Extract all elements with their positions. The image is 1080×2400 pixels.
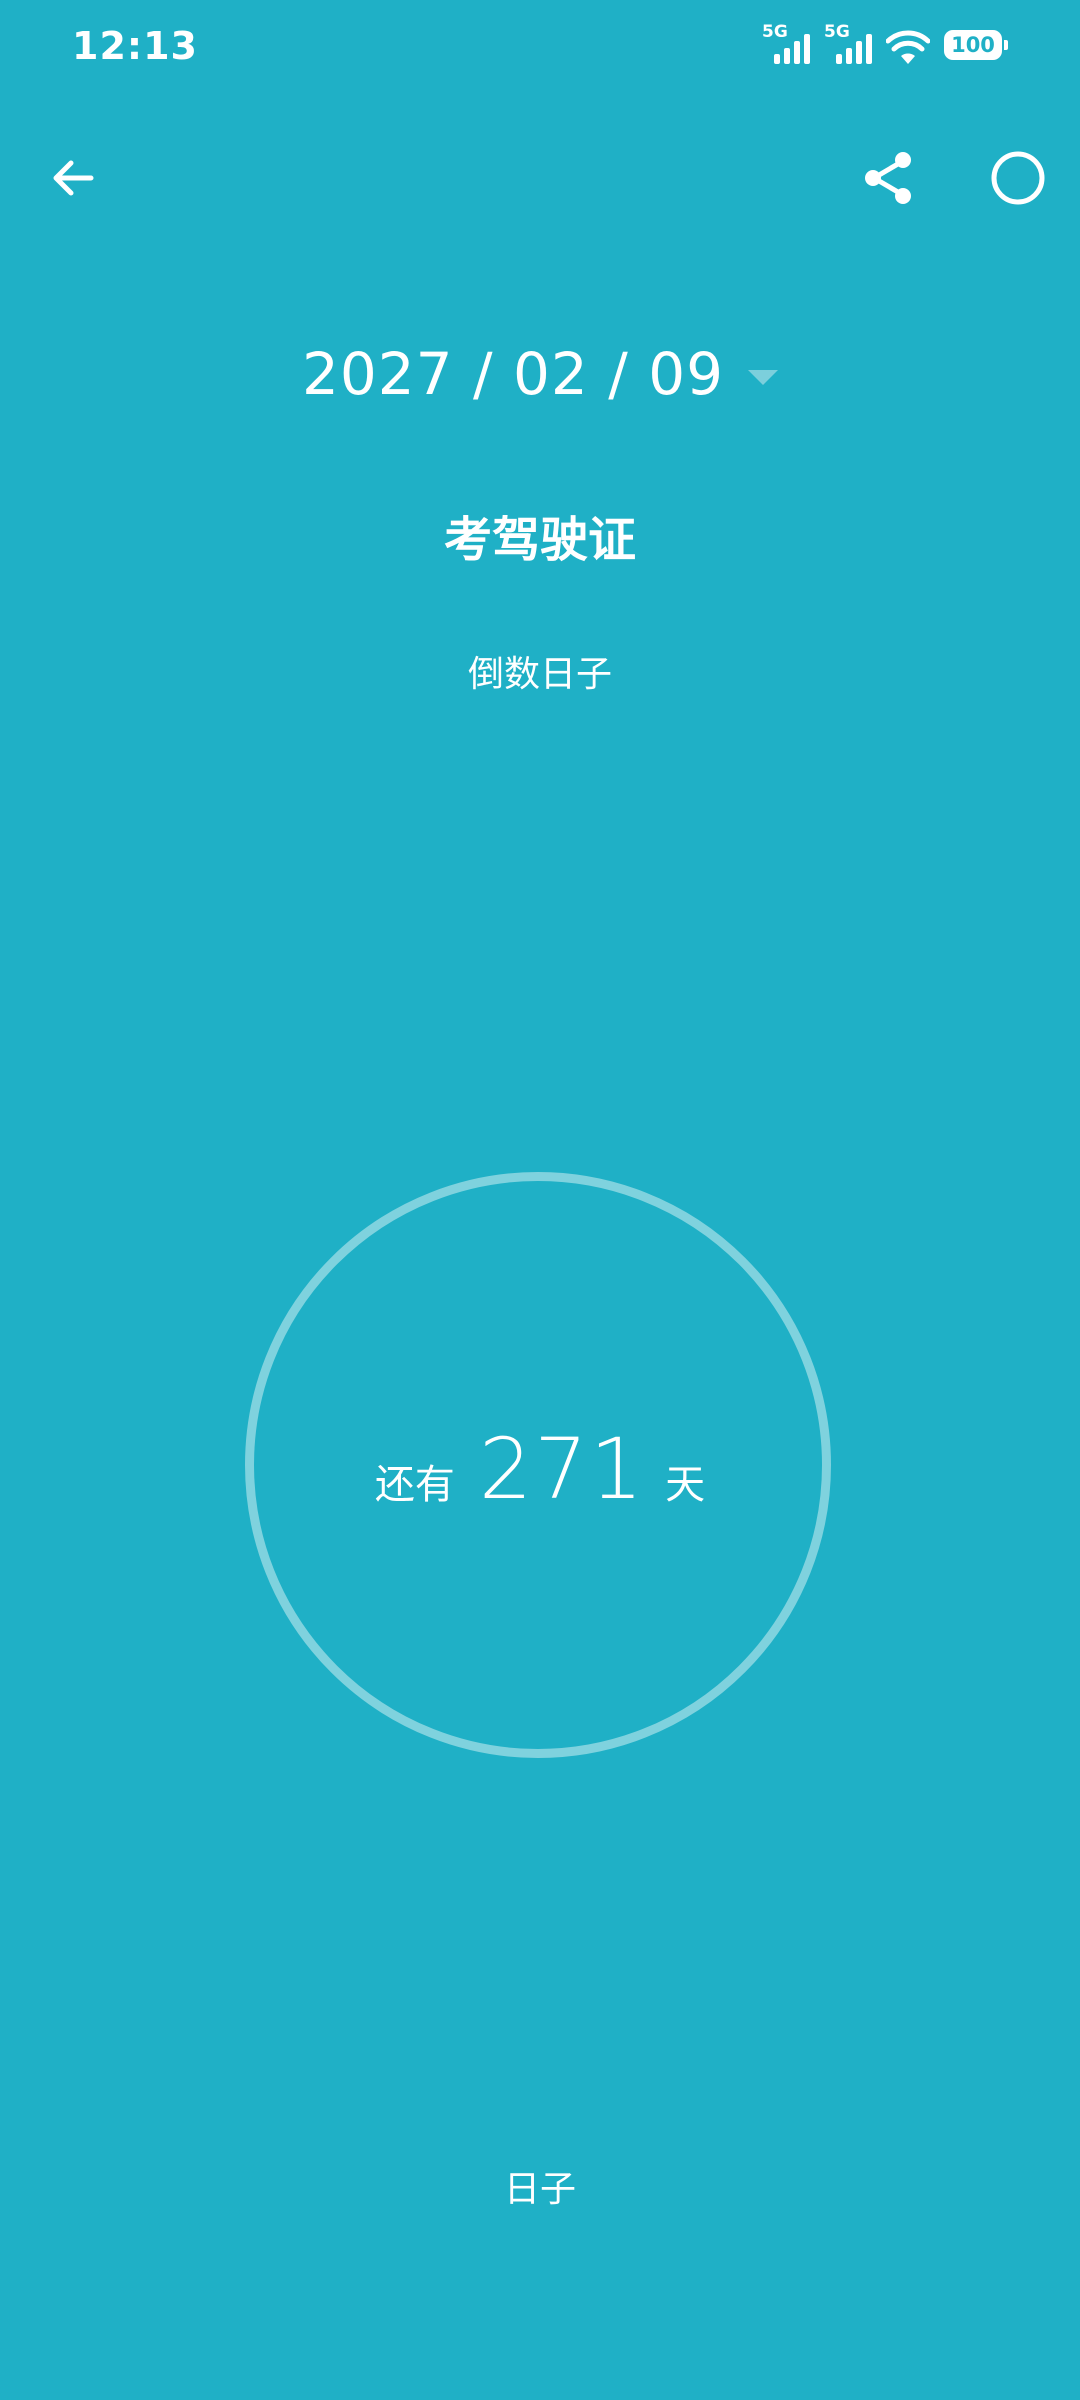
event-date: 2027 / 02 / 09 [301,340,725,408]
back-button[interactable] [40,138,106,218]
battery-level: 100 [951,33,995,57]
share-button[interactable] [856,138,922,218]
date-selector[interactable]: 2027 / 02 / 09 [0,340,1080,408]
wifi-icon [886,30,930,66]
event-type: 倒数日子 [467,654,612,695]
countdown-suffix: 天 [665,1462,706,1508]
countdown: 还有 271 天 [0,1420,1080,1518]
status-time: 12:13 [72,24,198,68]
bottom-label: 日子 [503,2169,576,2210]
status-icons: 5G 5G 100 [762,22,1008,66]
battery-icon: 100 [944,30,1008,60]
circle-icon [991,151,1045,205]
event-title: 考驾驶证 [443,512,636,568]
countdown-days: 271 [478,1420,646,1518]
share-icon [865,152,911,204]
cellular-signal-icon: 5G [824,22,872,66]
cellular-signal-icon: 5G [762,22,810,66]
arrow-left-icon [53,160,94,196]
countdown-prefix: 还有 [374,1462,455,1508]
more-button[interactable] [978,138,1058,218]
status-bar: 12:13 5G 5G 100 [0,0,1080,90]
caret-down-icon [748,369,779,385]
